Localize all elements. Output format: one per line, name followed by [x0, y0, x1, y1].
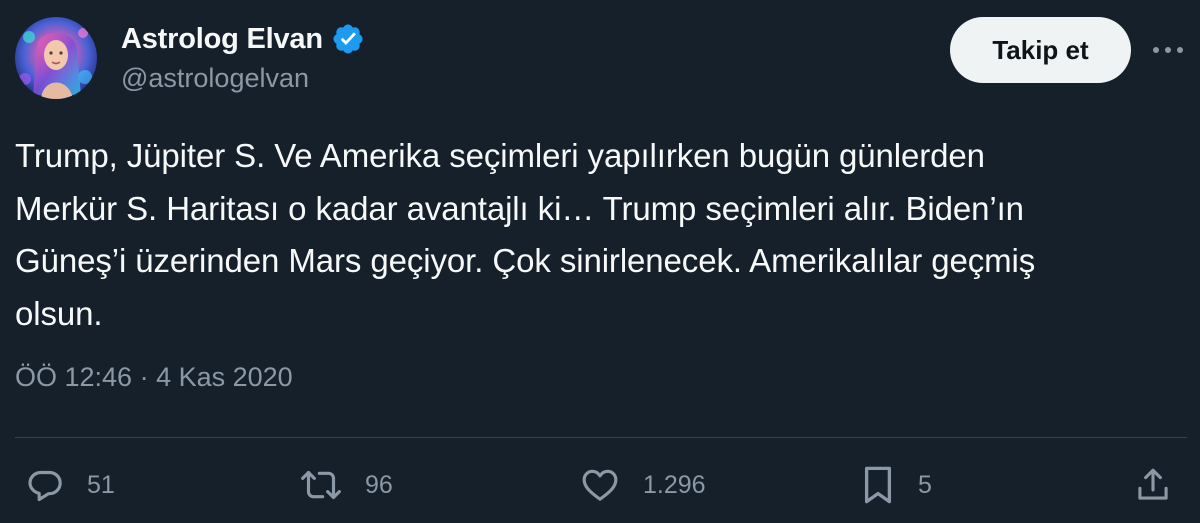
reply-count: 51	[87, 470, 115, 499]
verified-badge-icon[interactable]	[331, 22, 365, 56]
reply-button[interactable]: 51	[25, 463, 115, 507]
bookmark-count: 5	[918, 470, 932, 499]
follow-button[interactable]: Takip et	[950, 17, 1131, 83]
tweet-timestamp[interactable]: ÖÖ 12:46 · 4 Kas 2020	[15, 362, 293, 393]
share-icon	[1135, 465, 1171, 505]
reply-icon	[25, 465, 65, 505]
heart-icon	[579, 465, 621, 505]
divider	[15, 437, 1187, 438]
like-button[interactable]: 1.296	[579, 463, 706, 507]
more-horizontal-icon[interactable]	[1150, 35, 1186, 65]
avatar[interactable]	[15, 17, 97, 99]
tweet-card: Astrolog Elvan @astrologelvan Takip et T…	[0, 0, 1200, 523]
retweet-icon	[299, 465, 343, 505]
display-name[interactable]: Astrolog Elvan	[121, 23, 323, 56]
bookmark-icon	[860, 464, 896, 506]
bookmark-button[interactable]: 5	[860, 463, 932, 507]
like-count: 1.296	[643, 470, 706, 499]
author-name-row: Astrolog Elvan	[121, 20, 365, 58]
share-button[interactable]	[1135, 463, 1171, 507]
tweet-text: Trump, Jüpiter S. Ve Amerika seçimleri y…	[15, 137, 1036, 332]
retweet-count: 96	[365, 470, 393, 499]
author-handle[interactable]: @astrologelvan	[121, 63, 309, 94]
retweet-button[interactable]: 96	[299, 463, 393, 507]
